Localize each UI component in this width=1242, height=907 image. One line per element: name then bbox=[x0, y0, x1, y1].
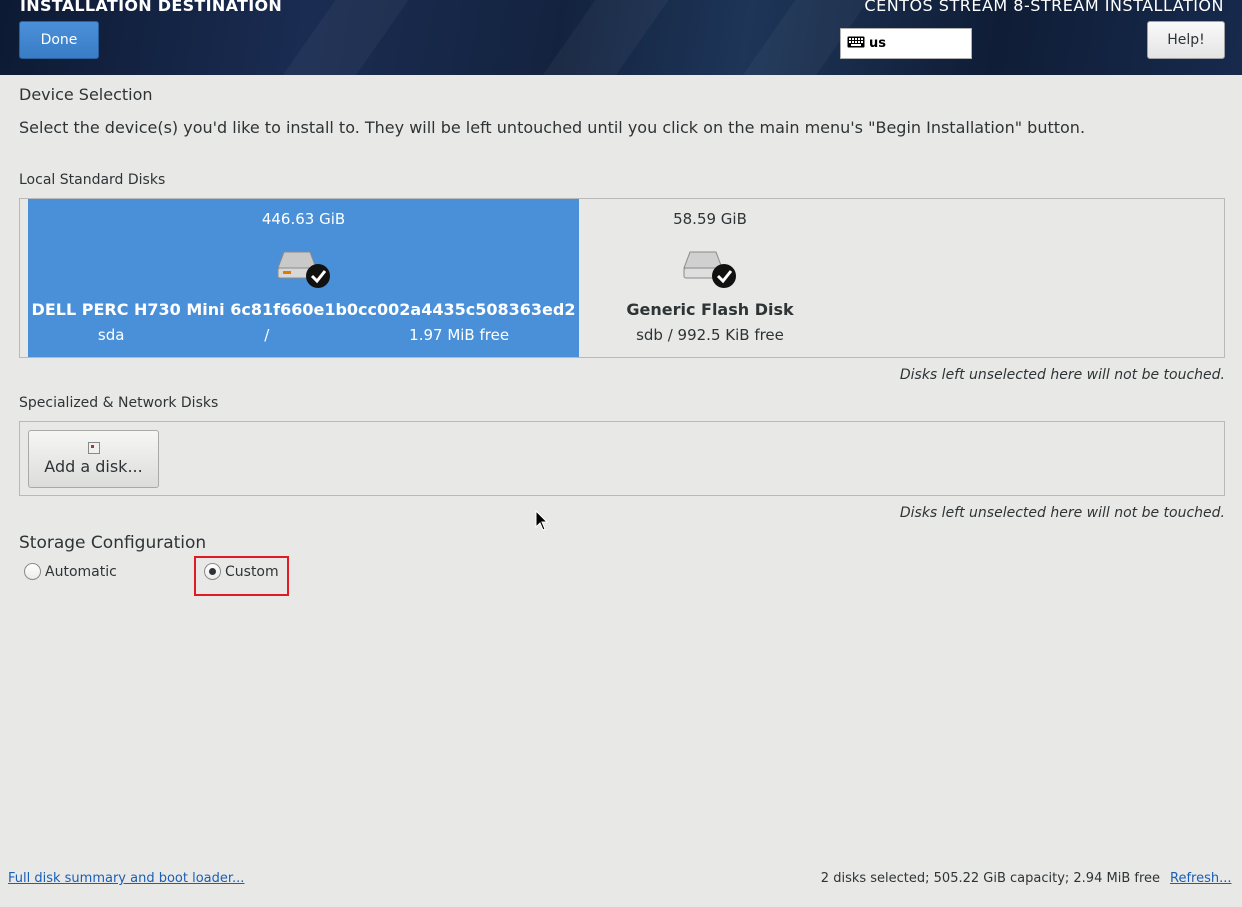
add-disk-button[interactable]: Add a disk... bbox=[28, 430, 159, 488]
full-disk-summary-link[interactable]: Full disk summary and boot loader... bbox=[8, 871, 244, 886]
refresh-link[interactable]: Refresh... bbox=[1170, 871, 1232, 886]
disk-separator: / bbox=[264, 326, 270, 344]
local-disks-title: Local Standard Disks bbox=[19, 172, 166, 188]
storage-config-title: Storage Configuration bbox=[19, 533, 207, 553]
disk-size: 446.63 GiB bbox=[261, 210, 346, 228]
page-title: INSTALLATION DESTINATION bbox=[20, 0, 283, 15]
custom-highlight-box bbox=[194, 556, 289, 596]
product-title: CENTOS STREAM 8-STREAM INSTALLATION bbox=[864, 0, 1224, 15]
flash-disk-checked-icon bbox=[680, 246, 740, 290]
disk-sda[interactable]: 446.63 GiB DELL PERC H730 Mini 6c81f660e… bbox=[28, 199, 579, 357]
keyboard-layout-indicator[interactable]: us bbox=[840, 28, 972, 59]
header-bar: INSTALLATION DESTINATION CENTOS STREAM 8… bbox=[0, 0, 1242, 75]
keyboard-layout-label: us bbox=[869, 36, 886, 51]
help-button[interactable]: Help! bbox=[1147, 21, 1225, 59]
add-disk-label: Add a disk... bbox=[44, 457, 143, 476]
disk-name: DELL PERC H730 Mini 6c81f660e1b0cc002a44… bbox=[31, 300, 576, 319]
add-disk-icon bbox=[87, 442, 100, 454]
disk-info: sdb / 992.5 KiB free bbox=[636, 326, 784, 344]
local-disks-note: Disks left unselected here will not be t… bbox=[899, 367, 1225, 383]
specialized-disks-title: Specialized & Network Disks bbox=[19, 395, 219, 411]
done-button[interactable]: Done bbox=[19, 21, 99, 59]
hard-disk-checked-icon bbox=[274, 246, 334, 290]
disk-size: 58.59 GiB bbox=[673, 210, 747, 228]
disk-selection-status: 2 disks selected; 505.22 GiB capacity; 2… bbox=[820, 871, 1160, 886]
device-selection-title: Device Selection bbox=[19, 85, 153, 104]
radio-automatic-button[interactable] bbox=[24, 563, 41, 580]
disk-name: Generic Flash Disk bbox=[626, 300, 794, 319]
disk-free: 1.97 MiB free bbox=[409, 326, 510, 344]
device-selection-description: Select the device(s) you'd like to insta… bbox=[19, 118, 1086, 137]
local-disks-panel: 446.63 GiB DELL PERC H730 Mini 6c81f660e… bbox=[19, 198, 1225, 358]
disk-info: sda / 1.97 MiB free bbox=[28, 326, 579, 344]
header-decoration bbox=[508, 0, 672, 75]
specialized-disks-panel: Add a disk... bbox=[19, 421, 1225, 496]
keyboard-icon bbox=[847, 36, 865, 52]
disk-device: sda bbox=[97, 326, 125, 344]
radio-automatic-label: Automatic bbox=[45, 563, 117, 580]
disk-sdb[interactable]: 58.59 GiB Generic Flash Disk sdb / 992.5… bbox=[600, 199, 820, 357]
radio-automatic[interactable]: Automatic bbox=[24, 563, 117, 580]
mouse-cursor-icon bbox=[535, 509, 549, 536]
specialized-disks-note: Disks left unselected here will not be t… bbox=[899, 505, 1225, 521]
